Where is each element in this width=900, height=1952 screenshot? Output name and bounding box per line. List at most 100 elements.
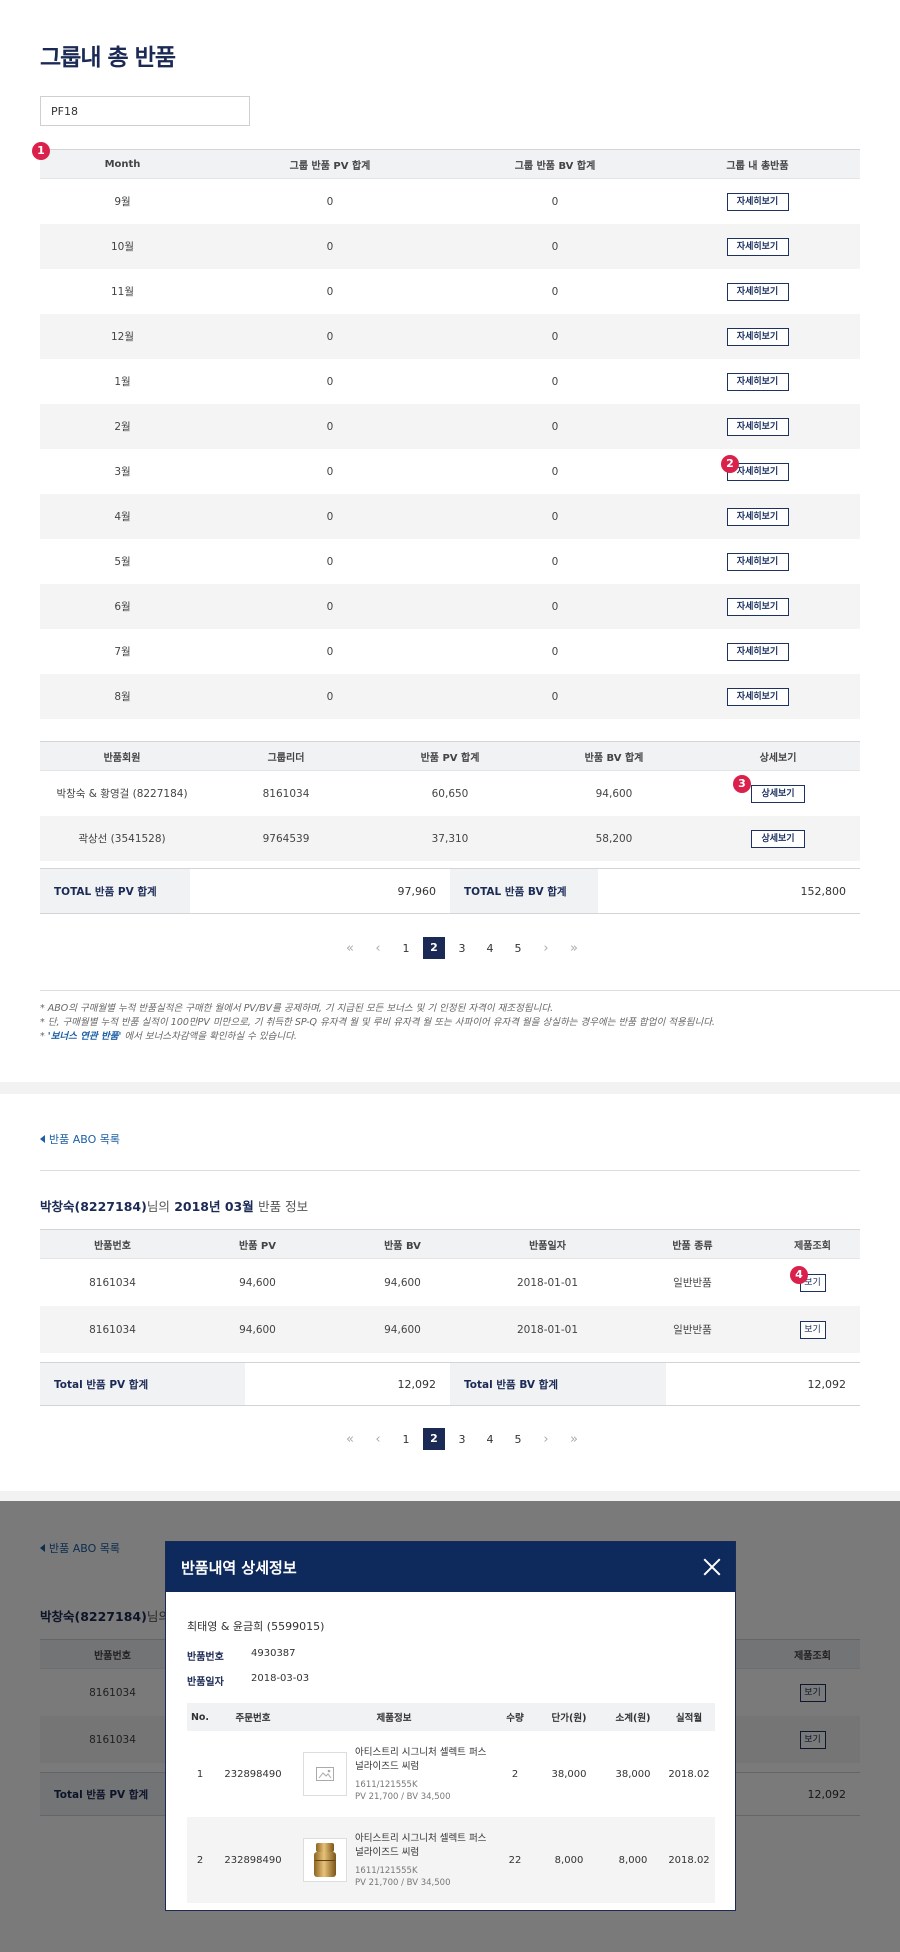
pv-sum: 60,650 — [431, 787, 469, 800]
prev-page-icon[interactable]: ‹ — [364, 1432, 392, 1447]
table-header: Month 그룹 반품 PV 합계 그룹 반품 BV 합계 그룹 내 총반품 — [40, 149, 860, 179]
view-detail-button[interactable]: 자세히보기 — [726, 237, 789, 256]
page-link[interactable]: 1 — [392, 942, 420, 955]
section-divider — [0, 1491, 900, 1501]
back-to-list-link[interactable]: 반품 ABO 목록 — [40, 1131, 120, 1147]
page-link[interactable]: 3 — [448, 1433, 476, 1446]
member-detail-button[interactable]: 상세보기 — [751, 829, 805, 848]
page-link[interactable]: 5 — [504, 942, 532, 955]
page-link[interactable]: 4 — [476, 942, 504, 955]
return-type: 일반반품 — [673, 1324, 712, 1336]
bv-sum: 0 — [551, 645, 559, 658]
view-detail-button[interactable]: 자세히보기 — [726, 507, 789, 526]
page-title: 그룹내 총 반품 — [40, 45, 176, 71]
next-page-icon[interactable]: › — [532, 1432, 560, 1447]
unit-price: 38,000 — [551, 1768, 587, 1780]
col-header: 그룹리더 — [267, 752, 305, 764]
image-placeholder-icon — [303, 1752, 347, 1796]
pv-sum: 0 — [326, 375, 334, 388]
view-detail-button[interactable]: 자세히보기 — [726, 372, 789, 391]
col-header: No. — [190, 1711, 210, 1723]
page-link[interactable]: 4 — [476, 1433, 504, 1446]
return-no: 8161034 — [89, 1276, 136, 1289]
close-icon[interactable] — [703, 1558, 721, 1576]
page-link[interactable]: 5 — [504, 1433, 532, 1446]
qty: 2 — [511, 1768, 519, 1780]
order-no: 232898490 — [224, 1854, 282, 1866]
member-total-bar: TOTAL 반품 PV 합계 97,960 TOTAL 반품 BV 합계 152… — [40, 868, 860, 914]
col-header: 반품 PV 합계 — [420, 752, 480, 764]
col-header: 그룹 반품 PV 합계 — [289, 160, 371, 172]
first-page-icon[interactable]: « — [336, 1432, 364, 1447]
page-link-current[interactable]: 2 — [423, 937, 445, 959]
table-row: 1월 0 0 자세히보기 — [40, 359, 860, 404]
col-header: 상세보기 — [759, 752, 797, 764]
return-date-field: 반품일자 2018-03-03 — [187, 1673, 310, 1688]
last-page-icon[interactable]: » — [560, 1432, 588, 1447]
return-no-field: 반품번호 4930387 — [187, 1648, 296, 1663]
perf-month: 2018.02 — [668, 1854, 710, 1866]
total-pv-value: 12,092 — [397, 1377, 437, 1391]
total-pv-label: TOTAL 반품 PV 합계 — [40, 869, 190, 913]
member-detail-button[interactable]: 상세보기 — [751, 784, 805, 803]
product-name: 아티스트리 시그니처 셀렉트 퍼스널라이즈드 씨럼 — [355, 1746, 487, 1772]
view-detail-button[interactable]: 자세히보기 — [726, 552, 789, 571]
product-code: 1611/121555K — [355, 1865, 418, 1876]
view-detail-button[interactable]: 자세히보기 — [726, 417, 789, 436]
pv-sum: 0 — [326, 555, 334, 568]
search-input[interactable] — [40, 96, 250, 126]
return-pv: 94,600 — [239, 1276, 276, 1289]
caret-left-icon — [40, 1135, 45, 1143]
pv-sum: 0 — [326, 465, 334, 478]
table-row: 8161034 94,600 94,600 2018-01-01 일반반품 보기 — [40, 1259, 860, 1306]
next-page-icon[interactable]: › — [532, 941, 560, 956]
first-page-icon[interactable]: « — [336, 941, 364, 956]
col-header: 반품 BV — [384, 1240, 421, 1252]
month-cell: 10월 — [110, 241, 135, 253]
col-header: 소계(원) — [615, 1713, 651, 1724]
return-detail-table: 반품번호 반품 PV 반품 BV 반품일자 반품 종류 제품조회 8161034… — [40, 1229, 860, 1353]
bv-sum: 0 — [551, 285, 559, 298]
month-cell: 9월 — [114, 196, 131, 208]
prev-page-icon[interactable]: ‹ — [364, 941, 392, 956]
view-detail-button[interactable]: 자세히보기 — [726, 642, 789, 661]
view-detail-button[interactable]: 자세히보기 — [726, 192, 789, 211]
unit-price: 8,000 — [554, 1854, 584, 1866]
page-link[interactable]: 1 — [392, 1433, 420, 1446]
table-row: 2 232898490 아티스트리 시그니처 셀렉트 퍼스널라이즈드 씨럼 16 — [187, 1817, 715, 1903]
pv-sum: 0 — [326, 645, 334, 658]
modal-items-table: No. 주문번호 제품정보 수량 단가(원) 소계(원) 실적월 1 23289… — [187, 1703, 715, 1903]
pagination-2: « ‹ 1 2 3 4 5 › » — [336, 1428, 588, 1450]
month-cell: 4월 — [114, 511, 131, 523]
bonus-link[interactable]: '보너스 연관 반품' — [48, 1031, 122, 1042]
table-header: 반품번호 반품 PV 반품 BV 반품일자 반품 종류 제품조회 — [40, 1229, 860, 1259]
view-detail-button[interactable]: 자세히보기 — [726, 282, 789, 301]
product-pvbv: PV 21,700 / BV 34,500 — [355, 1791, 451, 1802]
table-header: 반품회원 그룹리더 반품 PV 합계 반품 BV 합계 상세보기 — [40, 741, 860, 771]
marker-badge-4: 4 — [790, 1266, 808, 1284]
view-detail-button[interactable]: 자세히보기 — [726, 597, 789, 616]
view-detail-button[interactable]: 자세히보기 — [726, 687, 789, 706]
return-bv: 94,600 — [384, 1323, 421, 1336]
pv-sum: 0 — [326, 420, 334, 433]
bv-sum: 0 — [551, 240, 559, 253]
pv-sum: 0 — [326, 285, 334, 298]
pv-sum: 0 — [326, 690, 334, 703]
page-link-current[interactable]: 2 — [423, 1428, 445, 1450]
month-cell: 3월 — [114, 466, 131, 478]
subtotal: 38,000 — [615, 1768, 651, 1780]
detail-title: 박창숙(8227184)님의 2018년 03월 반품 정보 — [40, 1199, 309, 1214]
view-product-button[interactable]: 보기 — [799, 1320, 826, 1339]
total-bv-value: 152,800 — [800, 884, 847, 898]
view-detail-button[interactable]: 자세히보기 — [726, 327, 789, 346]
pagination-1: « ‹ 1 2 3 4 5 › » — [336, 937, 588, 959]
back-link-label: 반품 ABO 목록 — [49, 1133, 121, 1146]
bv-sum: 94,600 — [595, 787, 633, 800]
page-link[interactable]: 3 — [448, 942, 476, 955]
bv-sum: 58,200 — [595, 832, 633, 845]
bv-sum: 0 — [551, 600, 559, 613]
product-pvbv: PV 21,700 / BV 34,500 — [355, 1877, 451, 1888]
bv-sum: 0 — [551, 555, 559, 568]
col-header: Month — [104, 158, 141, 170]
last-page-icon[interactable]: » — [560, 941, 588, 956]
